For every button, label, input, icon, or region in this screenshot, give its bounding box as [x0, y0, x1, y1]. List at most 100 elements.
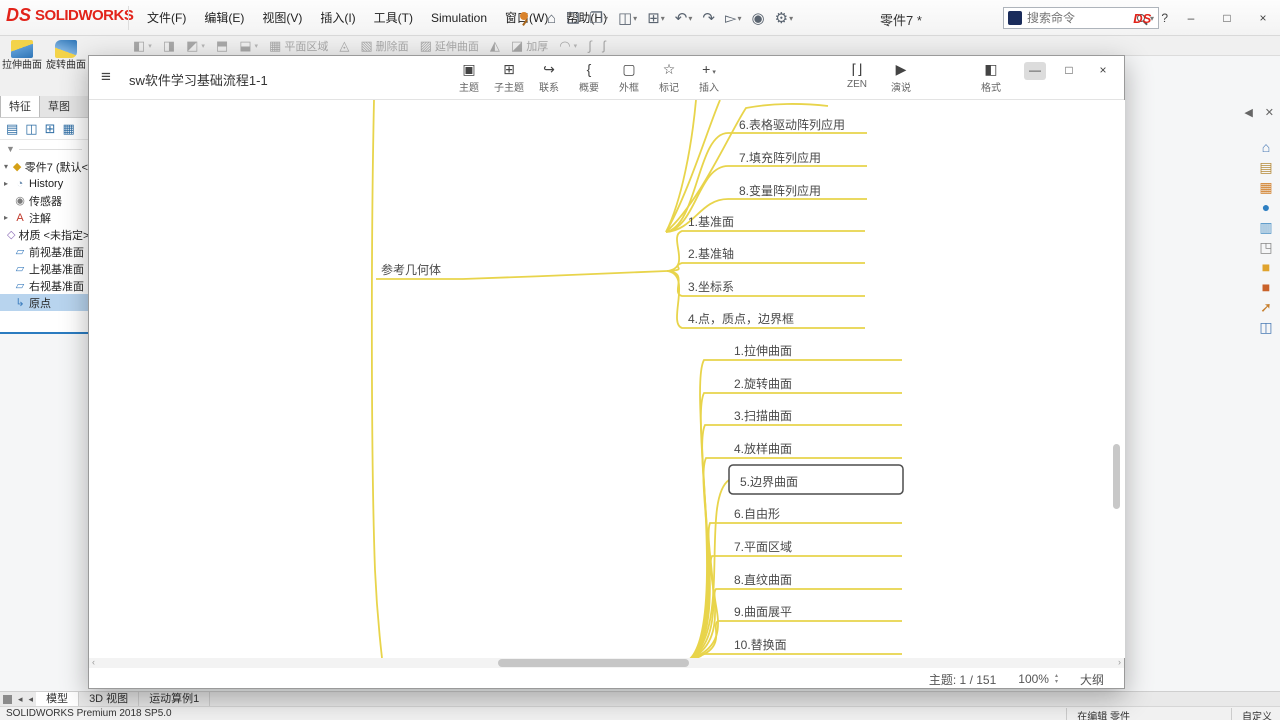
pin-icon[interactable]	[520, 12, 528, 20]
redo-icon[interactable]: ↷	[700, 7, 717, 29]
zoom-stepper[interactable]: ▴ ▾	[1055, 673, 1058, 685]
tab-scroll-left2-icon[interactable]: ◂	[26, 694, 37, 705]
tree-item-history[interactable]: ▸ ◔ History	[0, 175, 88, 192]
format-button[interactable]: ◧ 格式	[971, 61, 1011, 94]
xmind-minimize-button[interactable]: —	[1024, 62, 1046, 80]
mindmap-topic[interactable]: 8.变量阵列应用	[739, 183, 821, 198]
feature-tree-filter[interactable]: ▼	[0, 140, 88, 158]
feature-tree-icon[interactable]: ▤	[6, 121, 18, 137]
help-button[interactable]: ?	[1161, 11, 1168, 25]
menu-item-3[interactable]: 插入(I)	[311, 6, 364, 30]
mindmap-canvas[interactable]: 6.表格驱动阵列应用 7.填充阵列应用 8.变量阵列应用参考几何体 1.基准面 2.基准…	[90, 100, 1125, 658]
close-button[interactable]: ×	[1250, 7, 1276, 29]
mindmap-topic[interactable]: 4.点，质点，边界框	[688, 312, 794, 326]
mindmap-topic[interactable]: 3.坐标系	[688, 280, 734, 294]
subtopic-button[interactable]: ⊞ 子主题	[489, 61, 529, 94]
task-home-icon[interactable]: ⌂	[1262, 140, 1270, 155]
boundary-button[interactable]: ▢ 外框	[609, 61, 649, 94]
outline-button[interactable]: 大纲	[1080, 671, 1104, 688]
status-customize[interactable]: 自定义	[1231, 708, 1272, 720]
menu-item-4[interactable]: 工具(T)	[365, 6, 422, 30]
print-icon[interactable]: ⊞ ▾	[645, 7, 667, 29]
undo-icon[interactable]: ↶ ▾	[673, 7, 695, 29]
search-input[interactable]	[1027, 11, 1132, 25]
new-document-icon[interactable]: ❏	[564, 7, 581, 29]
view-tab-3D 视图[interactable]: 3D 视图	[79, 691, 140, 707]
menu-item-0[interactable]: 文件(F)	[138, 6, 195, 30]
save-icon[interactable]: ◫ ▾	[616, 7, 639, 29]
marker-button[interactable]: ☆ 标记	[649, 61, 689, 94]
tree-item-top-plane[interactable]: ▱ 上视基准面	[0, 260, 88, 277]
tree-root[interactable]: ▾ ◆ 零件7 (默认<	[0, 158, 88, 175]
appearances-icon[interactable]: ●	[1262, 200, 1270, 215]
horizontal-scrollbar-thumb[interactable]	[498, 659, 689, 667]
decals-icon[interactable]: ■	[1262, 260, 1270, 275]
menu-item-2[interactable]: 视图(V)	[253, 6, 311, 30]
design-library-icon[interactable]: ▤	[1259, 160, 1272, 175]
expand-icon[interactable]: ▸	[4, 213, 11, 222]
hamburger-menu-icon[interactable]: ≡	[101, 67, 111, 87]
tree-item-origin[interactable]: ↳ 原点	[0, 294, 88, 311]
select-arrow-icon[interactable]: ▻ ▾	[723, 7, 744, 29]
menu-item-1[interactable]: 编辑(E)	[195, 6, 253, 30]
forum-icon[interactable]: ➚	[1260, 300, 1272, 315]
topic-button[interactable]: ▣ 主题	[449, 61, 489, 94]
mindmap-topic[interactable]: 5.边界曲面	[740, 475, 798, 489]
vertical-scrollbar-thumb[interactable]	[1113, 444, 1120, 509]
scroll-right-icon[interactable]: ›	[1118, 657, 1121, 667]
minimize-button[interactable]: –	[1178, 7, 1204, 29]
tab-scroll-left-icon[interactable]: ◂	[15, 694, 26, 705]
horizontal-scrollbar[interactable]: ‹ ›	[89, 657, 1124, 668]
mindmap-topic[interactable]: 7.平面区域	[734, 540, 792, 554]
task-pane-close-icon[interactable]: ✕	[1265, 106, 1274, 119]
dropdown-caret-icon[interactable]: ▾	[738, 14, 742, 23]
mindmap-topic[interactable]: 7.填充阵列应用	[739, 150, 821, 165]
task-pane-collapse-icon[interactable]: ◀	[1244, 106, 1252, 119]
file-explorer-icon[interactable]: ▦	[1259, 180, 1272, 195]
mindmap-topic[interactable]: 1.基准面	[688, 215, 734, 229]
zoom-out-icon[interactable]: ▾	[1055, 679, 1058, 685]
tree-item-right-plane[interactable]: ▱ 右视基准面	[0, 277, 88, 294]
configuration-icon[interactable]: ⊞	[45, 121, 56, 137]
dropdown-caret-icon[interactable]: ▾	[633, 14, 637, 23]
zen-button[interactable]: ⌈⌋ ZEN	[837, 61, 877, 94]
display-manager-icon[interactable]: ◫	[1259, 320, 1272, 335]
maximize-button[interactable]: □	[1214, 7, 1240, 29]
tree-item-annotations[interactable]: ▸ A 注解	[0, 209, 88, 226]
mindmap-topic[interactable]: 9.曲面展平	[734, 605, 792, 619]
mindmap-topic[interactable]: 6.表格驱动阵列应用	[739, 117, 845, 132]
home-icon[interactable]: ⌂	[545, 8, 558, 29]
xmind-maximize-button[interactable]: □	[1058, 62, 1080, 80]
revolved-surface-button[interactable]: 旋转曲面	[44, 36, 88, 96]
open-icon[interactable]: ❐ ▾	[588, 7, 610, 29]
relationship-button[interactable]: ↪ 联系	[529, 61, 569, 94]
dropdown-caret-icon[interactable]: ▾	[661, 14, 665, 23]
view-tab-运动算例1[interactable]: 运动算例1	[139, 691, 211, 707]
dimxpert-icon[interactable]: ▦	[63, 121, 75, 137]
scenes-icon[interactable]: ■	[1262, 280, 1270, 295]
filter-funnel-icon[interactable]: ▼	[6, 144, 15, 154]
extruded-surface-button[interactable]: 拉伸曲面	[0, 36, 44, 96]
menu-item-5[interactable]: Simulation	[422, 6, 496, 30]
dropdown-caret-icon[interactable]: ▾	[604, 14, 608, 23]
expand-icon[interactable]: ▸	[4, 179, 11, 188]
insert-button[interactable]: + ▾ 插入	[689, 61, 729, 94]
xmind-close-button[interactable]: ×	[1092, 62, 1114, 80]
tab-特征[interactable]: 特征	[0, 96, 40, 117]
mindmap-topic[interactable]: 4.放样曲面	[734, 441, 792, 456]
dropdown-caret-icon[interactable]: ▾	[789, 14, 793, 23]
tree-item-front-plane[interactable]: ▱ 前视基准面	[0, 243, 88, 260]
mindmap-topic[interactable]: 8.直纹曲面	[734, 573, 792, 587]
tree-item-sensors[interactable]: ◉ 传感器	[0, 192, 88, 209]
rebuild-icon[interactable]: ◉	[750, 7, 767, 29]
mindmap-topic[interactable]: 6.自由形	[734, 507, 780, 521]
options-icon[interactable]: ⚙ ▾	[773, 7, 795, 29]
tab-scroll-box-icon[interactable]	[3, 694, 12, 704]
custom-properties-icon[interactable]: ▥	[1259, 220, 1272, 235]
mindmap-topic[interactable]: 2.旋转曲面	[734, 376, 792, 391]
mindmap-topic[interactable]: 1.拉伸曲面	[734, 343, 792, 358]
tree-item-material[interactable]: ◇ 材质 <未指定>	[0, 226, 88, 243]
mindmap-topic[interactable]: 3.扫描曲面	[734, 409, 792, 423]
mindmap-topic[interactable]: 参考几何体	[381, 262, 441, 277]
view-palette-icon[interactable]: ◳	[1259, 240, 1272, 255]
